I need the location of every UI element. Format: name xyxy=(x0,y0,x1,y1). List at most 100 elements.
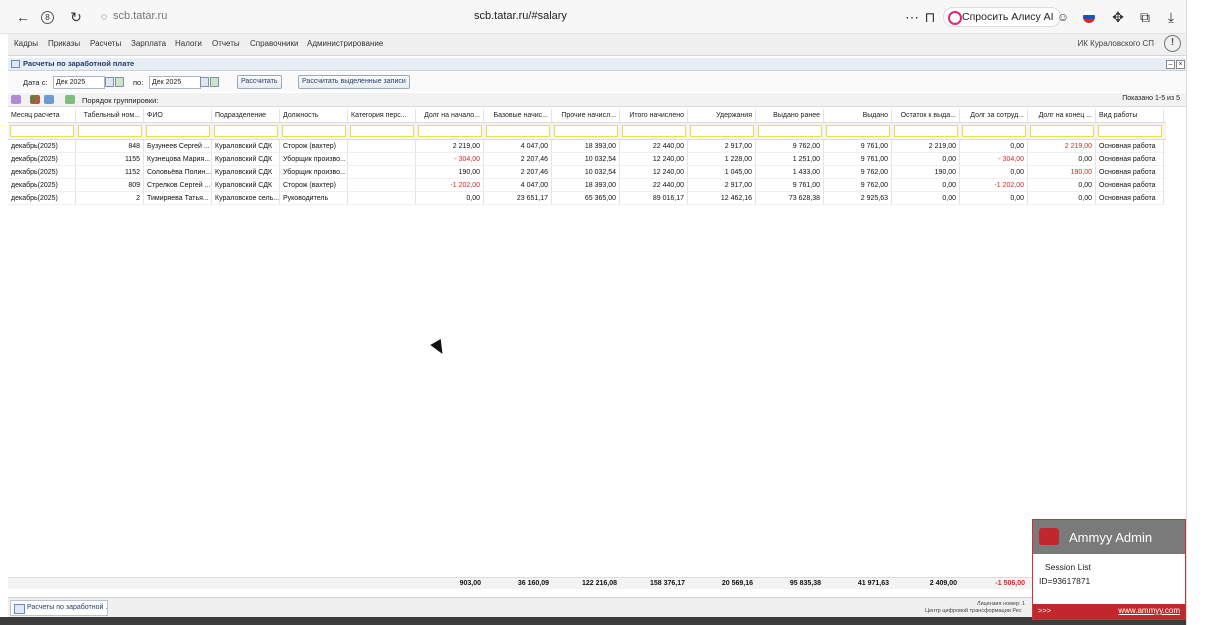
table-row[interactable]: декабрь(2025) 848 Бузунеев Сергей ... Курал… xyxy=(8,140,1166,153)
column-filter-input[interactable] xyxy=(690,125,754,137)
menu-item-raschety[interactable]: Расчеты xyxy=(90,39,121,48)
more-icon[interactable]: ⋯ xyxy=(904,9,920,25)
columns-icon[interactable] xyxy=(11,95,21,104)
menu-item-kadry[interactable]: Кадры xyxy=(14,39,38,48)
calc-button[interactable]: Рассчитать xyxy=(237,75,282,89)
table-row[interactable]: декабрь(2025) 1152 Соловьёва Полин... Курал… xyxy=(8,166,1166,179)
calendar-icon[interactable] xyxy=(105,77,114,87)
column-header[interactable]: Базовые начис... xyxy=(484,109,552,122)
column-filter-input[interactable] xyxy=(1030,125,1094,137)
total-cell: 122 216,08 xyxy=(581,580,617,587)
column-filter-input[interactable] xyxy=(826,125,890,137)
table-cell: 1155 xyxy=(76,153,144,165)
refresh-date-icon[interactable] xyxy=(115,77,124,87)
info-icon[interactable]: ! xyxy=(1164,35,1181,52)
date-from-input[interactable]: Дек 2025 xyxy=(53,76,105,89)
column-header[interactable]: Подразделение xyxy=(212,109,280,122)
refresh-date-icon[interactable] xyxy=(210,77,219,87)
download-icon[interactable]: ⤓ xyxy=(1163,9,1179,25)
task-item-salary[interactable]: Расчеты по заработной ... xyxy=(10,600,108,616)
column-header[interactable]: Табельный ном... xyxy=(76,109,144,122)
refresh-icon[interactable] xyxy=(65,95,75,104)
ammyy-more-button[interactable]: >>> xyxy=(1038,606,1051,615)
column-header[interactable]: Выдано ранее xyxy=(756,109,824,122)
table-cell: Соловьёва Полин... xyxy=(144,166,212,178)
column-header[interactable]: Месяц расчета xyxy=(8,109,76,122)
table-cell: 0,00 xyxy=(960,140,1028,152)
table-cell: -1 202,00 xyxy=(960,179,1028,191)
column-header[interactable]: Остаток к выда... xyxy=(892,109,960,122)
date-to-input[interactable]: Дек 2025 xyxy=(149,76,201,89)
column-filter-input[interactable] xyxy=(894,125,958,137)
column-filter-input[interactable] xyxy=(282,125,346,137)
menu-item-otchety[interactable]: Отчеты xyxy=(212,39,240,48)
tabs-icon[interactable]: ⧉ xyxy=(1137,9,1153,25)
column-filter-input[interactable] xyxy=(214,125,278,137)
column-filter-cell xyxy=(688,123,756,139)
table-cell: Уборщик произво... xyxy=(280,166,348,178)
column-filter-input[interactable] xyxy=(758,125,822,137)
table-cell: 0,00 xyxy=(892,153,960,165)
table-cell: 2 219,00 xyxy=(892,140,960,152)
column-header[interactable]: Долг на конец ... xyxy=(1028,109,1096,122)
avatar-icon[interactable]: ☺ xyxy=(1055,9,1071,25)
export-icon[interactable] xyxy=(44,95,54,104)
column-filter-input[interactable] xyxy=(486,125,550,137)
table-cell: 2 917,00 xyxy=(688,140,756,152)
filter-clear-icon[interactable] xyxy=(30,95,40,104)
column-filter-input[interactable] xyxy=(78,125,142,137)
column-header[interactable]: Долг на начало... xyxy=(416,109,484,122)
column-filter-input[interactable] xyxy=(146,125,210,137)
column-filter-input[interactable] xyxy=(10,125,74,137)
table-cell: 2 219,00 xyxy=(1028,140,1096,152)
app-menu: Кадры Приказы Расчеты Зарплата Налоги От… xyxy=(8,34,1186,56)
column-filter-input[interactable] xyxy=(418,125,482,137)
calc-selected-button[interactable]: Рассчитать выделенные записи xyxy=(298,75,410,89)
column-filter-cell xyxy=(892,123,960,139)
table-cell: Сторож (вахтер) xyxy=(280,140,348,152)
table-row[interactable]: декабрь(2025) 2 Тимиряева Татья... Кураловс… xyxy=(8,192,1166,205)
ammyy-header: Ammyy Admin xyxy=(1033,520,1185,554)
menu-item-nalogi[interactable]: Налоги xyxy=(175,39,202,48)
back-icon[interactable]: ← xyxy=(15,9,31,25)
license-text: Лицензия номер: 1 xyxy=(977,601,1026,607)
column-header[interactable]: Должность xyxy=(280,109,348,122)
column-header[interactable]: Итого начислено xyxy=(620,109,688,122)
ammyy-link[interactable]: www.ammyy.com xyxy=(1118,606,1180,615)
column-header[interactable]: Долг за сотруд... xyxy=(960,109,1028,122)
column-filter-input[interactable] xyxy=(1098,125,1162,137)
column-filter-input[interactable] xyxy=(554,125,618,137)
grid-filter-row xyxy=(8,123,1166,140)
column-header[interactable]: Выдано xyxy=(824,109,892,122)
column-header[interactable]: Вид работы xyxy=(1096,109,1164,122)
column-filter-input[interactable] xyxy=(622,125,686,137)
calendar-icon[interactable] xyxy=(200,77,209,87)
column-header[interactable]: Удержания xyxy=(688,109,756,122)
table-cell: 9 762,00 xyxy=(824,179,892,191)
extensions-icon[interactable]: ✥ xyxy=(1110,9,1126,25)
menu-item-zarplata[interactable]: Зарплата xyxy=(131,39,166,48)
alice-button[interactable]: Спросить Алису AI xyxy=(943,7,1061,27)
menu-item-admin[interactable]: Администрирование xyxy=(307,39,383,48)
table-row[interactable]: декабрь(2025) 809 Стрелков Сергей ... Курал… xyxy=(8,179,1166,192)
reload-icon[interactable]: ↻ xyxy=(68,9,84,25)
column-header[interactable]: Прочие начисл... xyxy=(552,109,620,122)
close-icon[interactable]: × xyxy=(1176,60,1185,69)
grid-header: Месяц расчета Табельный ном... ФИО Подразде… xyxy=(8,109,1166,123)
yandex-icon[interactable]: 8 xyxy=(41,11,54,24)
column-filter-input[interactable] xyxy=(350,125,414,137)
url-domain[interactable]: scb.tatar.ru xyxy=(113,10,167,22)
column-filter-input[interactable] xyxy=(962,125,1026,137)
date-from-label: Дата с: xyxy=(23,78,48,87)
menu-item-spravochniki[interactable]: Справочники xyxy=(250,39,298,48)
column-header[interactable]: ФИО xyxy=(144,109,212,122)
table-cell: Тимиряева Татья... xyxy=(144,192,212,204)
column-filter-cell xyxy=(280,123,348,139)
table-row[interactable]: декабрь(2025) 1155 Кузнецова Мария... Курал… xyxy=(8,153,1166,166)
bookmark-icon[interactable]: ⊓ xyxy=(922,9,938,25)
menu-item-prikazy[interactable]: Приказы xyxy=(48,39,80,48)
minimize-icon[interactable]: – xyxy=(1166,60,1175,69)
url-full[interactable]: scb.tatar.ru/#salary xyxy=(474,10,567,22)
column-header[interactable]: Категория перс... xyxy=(348,109,416,122)
flag-icon[interactable] xyxy=(1083,11,1095,23)
